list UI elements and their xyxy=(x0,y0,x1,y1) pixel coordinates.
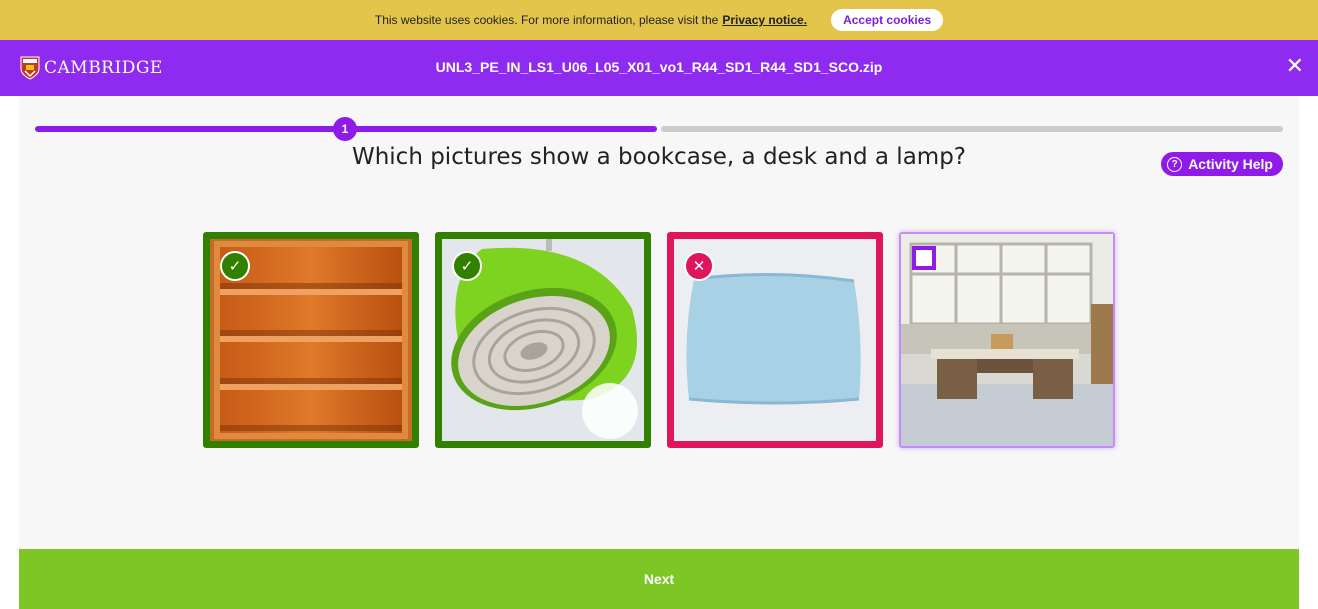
activity-panel: 1 Which pictures show a bookcase, a desk… xyxy=(19,96,1299,549)
privacy-notice-link[interactable]: Privacy notice. xyxy=(722,13,807,27)
accept-cookies-button[interactable]: Accept cookies xyxy=(831,9,944,31)
option-pillow[interactable]: ✕ xyxy=(667,232,883,448)
step-indicator: 1 xyxy=(333,117,357,141)
option-bookcase[interactable]: ✓ xyxy=(203,232,419,448)
checkbox-icon[interactable] xyxy=(912,246,936,270)
next-button[interactable]: Next xyxy=(19,549,1299,609)
option-desk[interactable] xyxy=(899,232,1115,448)
progress-bar-remaining xyxy=(661,126,1283,132)
close-icon[interactable]: ✕ xyxy=(1286,56,1304,78)
cookie-text: This website uses cookies. For more info… xyxy=(374,13,719,27)
question-text: Which pictures show a bookcase, a desk a… xyxy=(351,144,967,170)
cookie-banner: This website uses cookies. For more info… xyxy=(0,0,1318,40)
option-lamp[interactable]: ✓ xyxy=(435,232,651,448)
activity-help-button[interactable]: ? Activity Help xyxy=(1161,152,1283,176)
activity-help-label: Activity Help xyxy=(1188,156,1273,172)
check-icon: ✓ xyxy=(220,251,250,281)
app-header: CAMBRIDGE UNL3_PE_IN_LS1_U06_L05_X01_vo1… xyxy=(0,40,1318,96)
file-title: UNL3_PE_IN_LS1_U06_L05_X01_vo1_R44_SD1_R… xyxy=(435,59,883,75)
question-icon: ? xyxy=(1167,156,1183,172)
cross-icon: ✕ xyxy=(684,251,714,281)
check-icon: ✓ xyxy=(452,251,482,281)
